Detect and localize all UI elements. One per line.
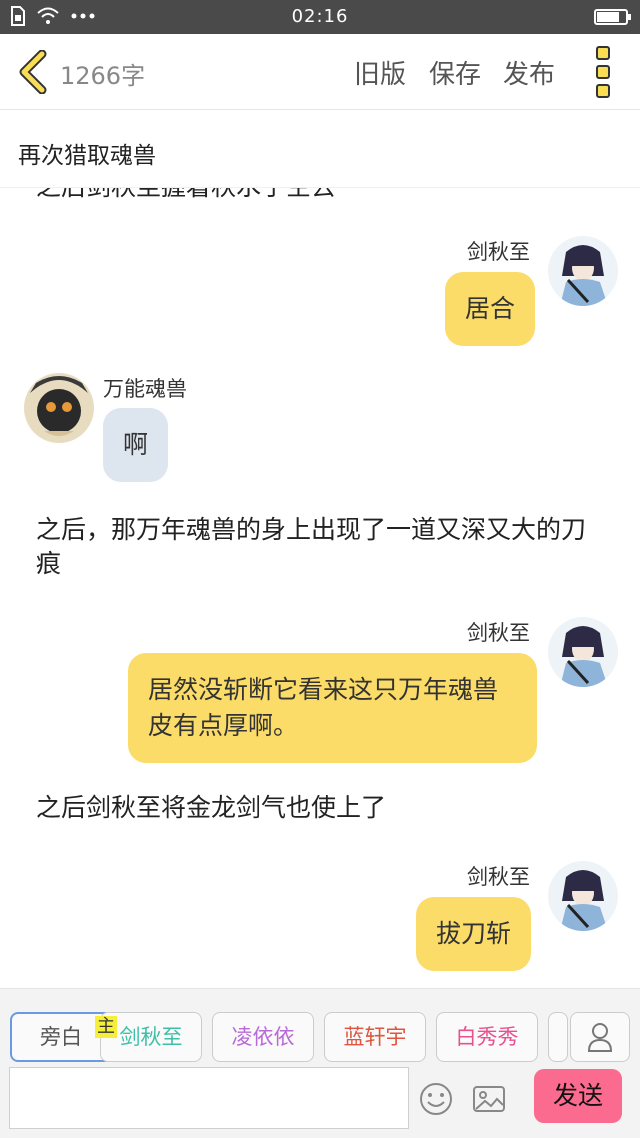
smile-icon [420, 1083, 452, 1115]
character-chip-overflow[interactable] [548, 1012, 568, 1062]
publish-button[interactable]: 发布 [503, 54, 555, 91]
save-button[interactable]: 保存 [429, 54, 481, 91]
battery-fill [597, 12, 620, 22]
menu-dot [596, 46, 610, 60]
host-tag: 主 [95, 1016, 117, 1038]
avatar-jianqiuzhi[interactable] [548, 617, 618, 687]
word-count: 1266字 [60, 62, 146, 90]
swordsman-avatar-icon [548, 617, 618, 687]
battery-icon [594, 9, 631, 25]
image-button[interactable] [471, 1081, 507, 1117]
character-chip[interactable]: 凌依依 [212, 1012, 314, 1062]
status-bar: 02:16 [0, 0, 640, 34]
narration-text[interactable]: 之后，那万年魂兽的身上出现了一道又深又大的刀痕 [36, 513, 608, 581]
message-bubble[interactable]: 居合 [445, 272, 536, 346]
message-bubble[interactable]: 居然没斩断它看来这只万年魂兽皮有点厚啊。 [128, 653, 537, 763]
person-icon [587, 1023, 613, 1052]
message-bubble[interactable]: 啊 [103, 408, 169, 482]
back-button[interactable] [14, 49, 54, 95]
speaker-name: 剑秋至 [467, 240, 530, 264]
speaker-name: 万能魂兽 [103, 377, 187, 401]
narration-partial: 之后剑秋至握着秋水于空去 [36, 188, 608, 204]
story-title-bar[interactable]: 再次猎取魂兽 [0, 110, 640, 188]
message-input[interactable] [9, 1067, 409, 1129]
menu-dot [596, 65, 610, 79]
avatar-wanneng-hunshou[interactable] [24, 373, 94, 443]
chat-area[interactable]: 之后剑秋至握着秋水于空去 剑秋至 居合 万能魂兽 啊 之后，那万年魂兽的身上出现… [0, 188, 640, 988]
beast-avatar-icon [24, 373, 94, 443]
chevron-left-icon [19, 49, 47, 95]
image-icon [473, 1086, 505, 1112]
narration-text[interactable]: 之后剑秋至将金龙剑气也使上了 [36, 791, 608, 825]
character-manage-button[interactable] [570, 1012, 630, 1062]
speaker-name: 剑秋至 [467, 621, 530, 645]
avatar-jianqiuzhi[interactable] [548, 861, 618, 931]
more-menu-button[interactable] [596, 46, 614, 98]
old-version-button[interactable]: 旧版 [354, 54, 406, 91]
speaker-name: 剑秋至 [467, 865, 530, 889]
character-chip[interactable]: 蓝轩宇 [324, 1012, 426, 1062]
swordsman-avatar-icon [548, 861, 618, 931]
editor-header: 1266字 旧版 保存 发布 [0, 34, 640, 110]
story-title: 再次猎取魂兽 [18, 143, 156, 169]
message-bubble[interactable]: 拔刀斩 [416, 897, 532, 971]
emoji-button[interactable] [418, 1081, 454, 1117]
composer-panel: 旁白 剑秋至 主 凌依依 蓝轩宇 白秀秀 发送 [0, 988, 640, 1138]
menu-dot [596, 84, 610, 98]
swordsman-avatar-icon [548, 236, 618, 306]
status-time: 02:16 [291, 6, 349, 27]
avatar-jianqiuzhi[interactable] [548, 236, 618, 306]
character-chip[interactable]: 白秀秀 [436, 1012, 538, 1062]
send-button[interactable]: 发送 [534, 1069, 622, 1123]
